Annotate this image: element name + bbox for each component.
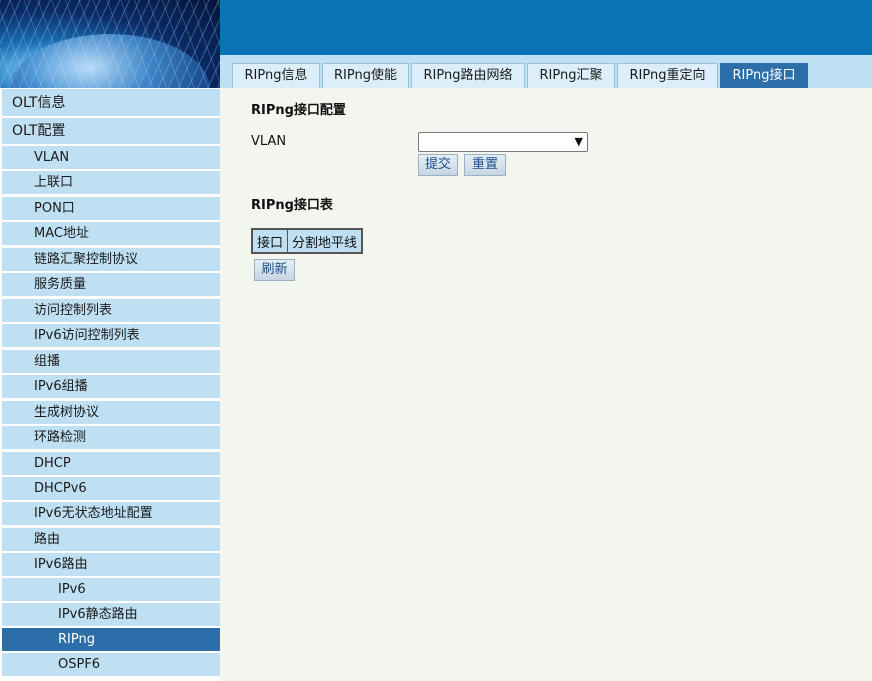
table-header-row: 接口 分割地平线	[251, 228, 363, 254]
column-header-split-horizon: 分割地平线	[287, 228, 363, 254]
sidebar-item-qos[interactable]: 服务质量	[2, 273, 220, 297]
sidebar-item-acl[interactable]: 访问控制列表	[2, 299, 220, 323]
tab-ripng-enable[interactable]: RIPng使能	[322, 63, 409, 88]
main-content: RIPng接口配置 VLAN ▼ 提交 重置 RIPng接口表 接口 分割地平线…	[220, 88, 872, 681]
sidebar-item-ipv6[interactable]: IPv6	[2, 578, 220, 602]
config-section-title: RIPng接口配置	[251, 103, 346, 118]
header-bar	[220, 0, 872, 55]
sidebar-item-pon[interactable]: PON口	[2, 197, 220, 221]
sidebar-item-multicast[interactable]: 组播	[2, 350, 220, 374]
sidebar-item-uplink[interactable]: 上联口	[2, 171, 220, 195]
column-header-interface: 接口	[251, 228, 289, 254]
sidebar-item-mac[interactable]: MAC地址	[2, 222, 220, 246]
tab-ripng-info[interactable]: RIPng信息	[232, 63, 320, 88]
chevron-down-icon: ▼	[574, 135, 583, 148]
reset-button[interactable]: 重置	[464, 154, 506, 176]
sidebar-item-ipv6-slaac[interactable]: IPv6无状态地址配置	[2, 502, 220, 526]
sidebar-item-ipv6-static-route[interactable]: IPv6静态路由	[2, 603, 220, 627]
tab-ripng-aggregate[interactable]: RIPng汇聚	[527, 63, 615, 88]
sidebar-item-ripng[interactable]: RIPng	[2, 628, 220, 652]
submit-button[interactable]: 提交	[418, 154, 458, 176]
sidebar-item-stp[interactable]: 生成树协议	[2, 401, 220, 425]
sidebar-item-ipv6-routing[interactable]: IPv6路由	[2, 553, 220, 577]
vlan-select[interactable]: ▼	[418, 132, 588, 152]
logo-banner	[0, 0, 220, 88]
refresh-button[interactable]: 刷新	[254, 259, 295, 281]
sidebar-item-routing[interactable]: 路由	[2, 528, 220, 552]
sidebar-item-olt-config[interactable]: OLT配置	[2, 118, 220, 145]
tab-ripng-route-network[interactable]: RIPng路由网络	[411, 63, 525, 88]
ripng-interface-table: 接口 分割地平线	[251, 228, 364, 254]
sidebar-nav: OLT信息 OLT配置 VLAN 上联口 PON口 MAC地址 链路汇聚控制协议…	[0, 88, 220, 681]
sidebar-item-ipv6-acl[interactable]: IPv6访问控制列表	[2, 324, 220, 348]
sidebar-item-lacp[interactable]: 链路汇聚控制协议	[2, 248, 220, 272]
sidebar-item-olt-info[interactable]: OLT信息	[2, 89, 220, 117]
fiber-rays-decoration	[0, 0, 220, 88]
sidebar-item-ospf6[interactable]: OSPF6	[2, 653, 220, 677]
vlan-label: VLAN	[251, 134, 287, 149]
sidebar-item-vlan[interactable]: VLAN	[2, 146, 220, 170]
tab-ripng-interface[interactable]: RIPng接口	[720, 63, 808, 88]
tab-strip: RIPng信息 RIPng使能 RIPng路由网络 RIPng汇聚 RIPng重…	[220, 55, 872, 88]
sidebar-item-dhcp[interactable]: DHCP	[2, 452, 220, 476]
table-section-title: RIPng接口表	[251, 198, 333, 213]
sidebar-item-loop-detect[interactable]: 环路检测	[2, 426, 220, 450]
tab-ripng-redistribute[interactable]: RIPng重定向	[617, 63, 718, 88]
sidebar-item-dhcpv6[interactable]: DHCPv6	[2, 477, 220, 501]
sidebar-item-ipv6-multicast[interactable]: IPv6组播	[2, 375, 220, 399]
